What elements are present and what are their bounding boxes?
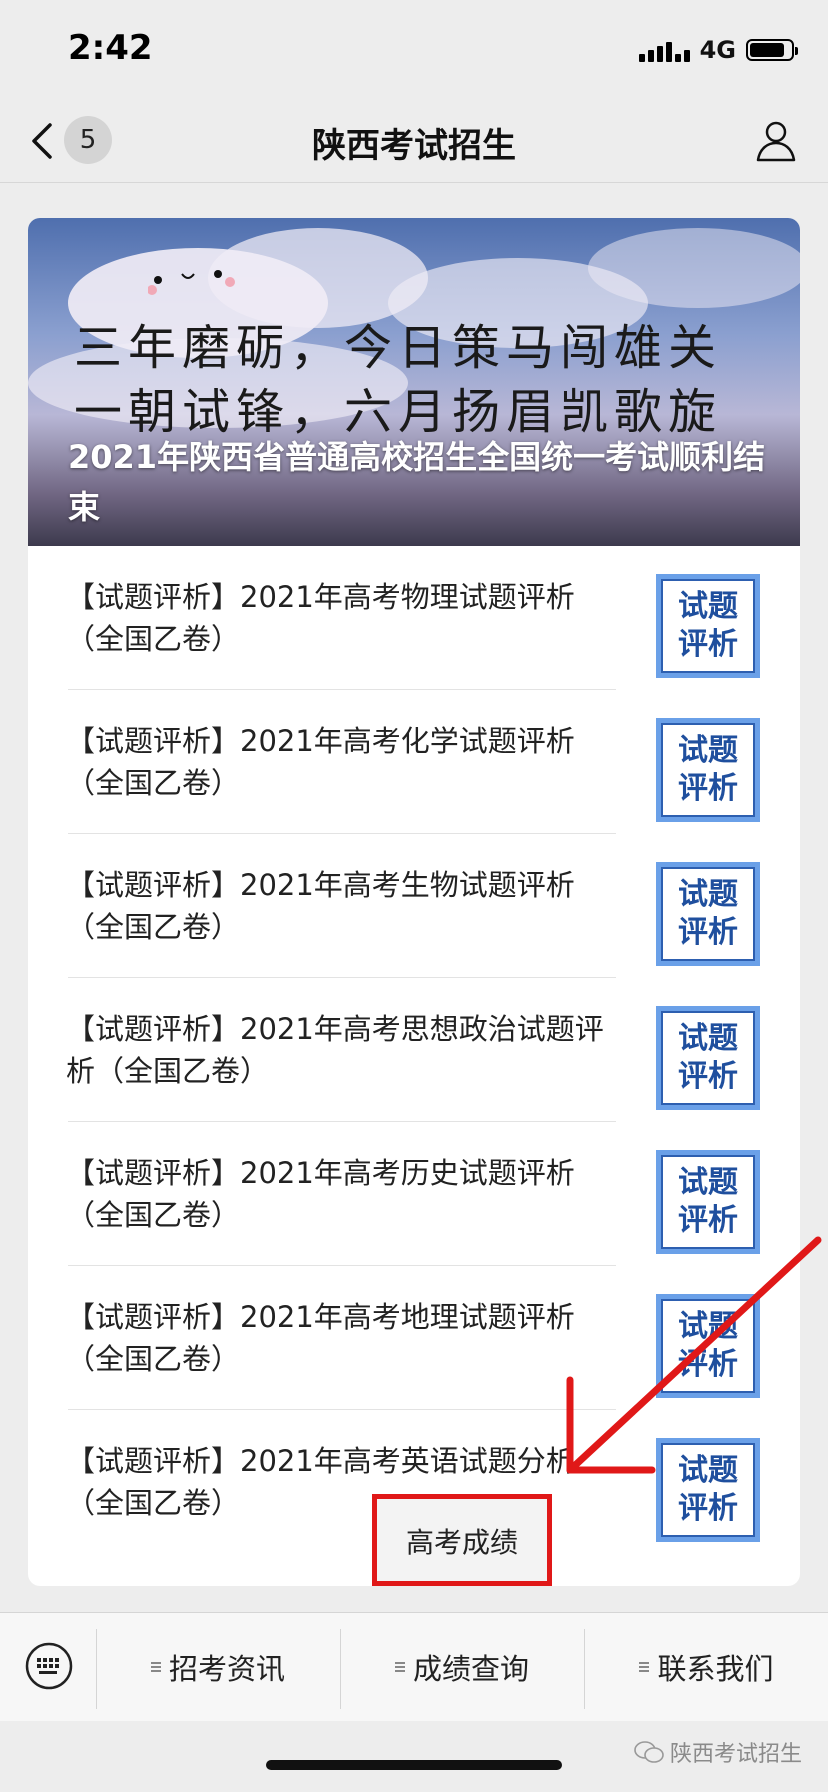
home-indicator[interactable] [266, 1760, 562, 1770]
tab-recruitment-news[interactable]: 招考资讯 [97, 1613, 339, 1721]
nav-bar: 5 陕西考试招生 [0, 100, 828, 183]
article-item[interactable]: 【试题评析】2021年高考物理试题评析（全国乙卷） 试题评析 [28, 546, 800, 690]
page-title: 陕西考试招生 [312, 126, 516, 166]
wechat-icon [634, 1741, 664, 1763]
annotation-arrow-icon [566, 1236, 822, 1474]
watermark-text: 陕西考试招生 [669, 1742, 802, 1767]
article-title: 【试题评析】2021年高考化学试题评析（全国乙卷） [66, 724, 575, 800]
menu-icon [639, 1660, 650, 1674]
battery-icon [746, 39, 798, 61]
watermark: 陕西考试招生 [634, 1736, 802, 1768]
article-thumbnail: 试题评析 [656, 718, 760, 822]
headline-banner[interactable]: 三年磨砺，今日策马闯雄关 一朝试锋，六月扬眉凯歌旋 2021年陕西省普通高校招生… [28, 218, 800, 546]
submenu-label: 高考成绩 [405, 1526, 518, 1559]
banner-title: 2021年陕西省普通高校招生全国统一考试顺利结束 [68, 438, 766, 526]
bottom-menu-bar: 招考资讯 成绩查询 联系我们 [0, 1612, 828, 1721]
article-item[interactable]: 【试题评析】2021年高考生物试题评析（全国乙卷） 试题评析 [28, 834, 800, 978]
profile-icon[interactable] [754, 118, 798, 162]
status-time: 2:42 [68, 28, 153, 68]
article-thumbnail: 试题评析 [656, 574, 760, 678]
article-item[interactable]: 【试题评析】2021年高考化学试题评析（全国乙卷） 试题评析 [28, 690, 800, 834]
menu-icon [150, 1660, 161, 1674]
menu-icon [394, 1660, 405, 1674]
article-title: 【试题评析】2021年高考生物试题评析（全国乙卷） [66, 868, 575, 944]
article-title: 【试题评析】2021年高考思想政治试题评析（全国乙卷） [66, 1012, 604, 1088]
article-item[interactable]: 【试题评析】2021年高考思想政治试题评析（全国乙卷） 试题评析 [28, 978, 800, 1122]
submenu-exam-scores[interactable]: 高考成绩 [372, 1494, 552, 1586]
network-type: 4G [699, 36, 736, 64]
status-indicators: 4G [638, 36, 798, 64]
article-title: 【试题评析】2021年高考物理试题评析（全国乙卷） [66, 580, 575, 656]
article-title: 【试题评析】2021年高考历史试题评析（全国乙卷） [66, 1156, 575, 1232]
tab-label: 招考资讯 [168, 1652, 285, 1686]
tab-score-query[interactable]: 成绩查询 [341, 1613, 583, 1721]
keyboard-icon[interactable] [24, 1641, 74, 1691]
tab-contact-us[interactable]: 联系我们 [585, 1613, 828, 1721]
signal-icon [638, 38, 690, 62]
article-thumbnail: 试题评析 [656, 862, 760, 966]
article-title: 【试题评析】2021年高考地理试题评析（全国乙卷） [66, 1300, 575, 1376]
tab-label: 成绩查询 [412, 1652, 529, 1686]
banner-slogan: 三年磨砺，今日策马闯雄关 一朝试锋，六月扬眉凯歌旋 [74, 320, 723, 440]
status-bar: 2:42 4G [0, 0, 828, 100]
tab-label: 联系我们 [657, 1652, 774, 1686]
cloud-face-icon [148, 270, 235, 295]
article-thumbnail: 试题评析 [656, 1006, 760, 1110]
